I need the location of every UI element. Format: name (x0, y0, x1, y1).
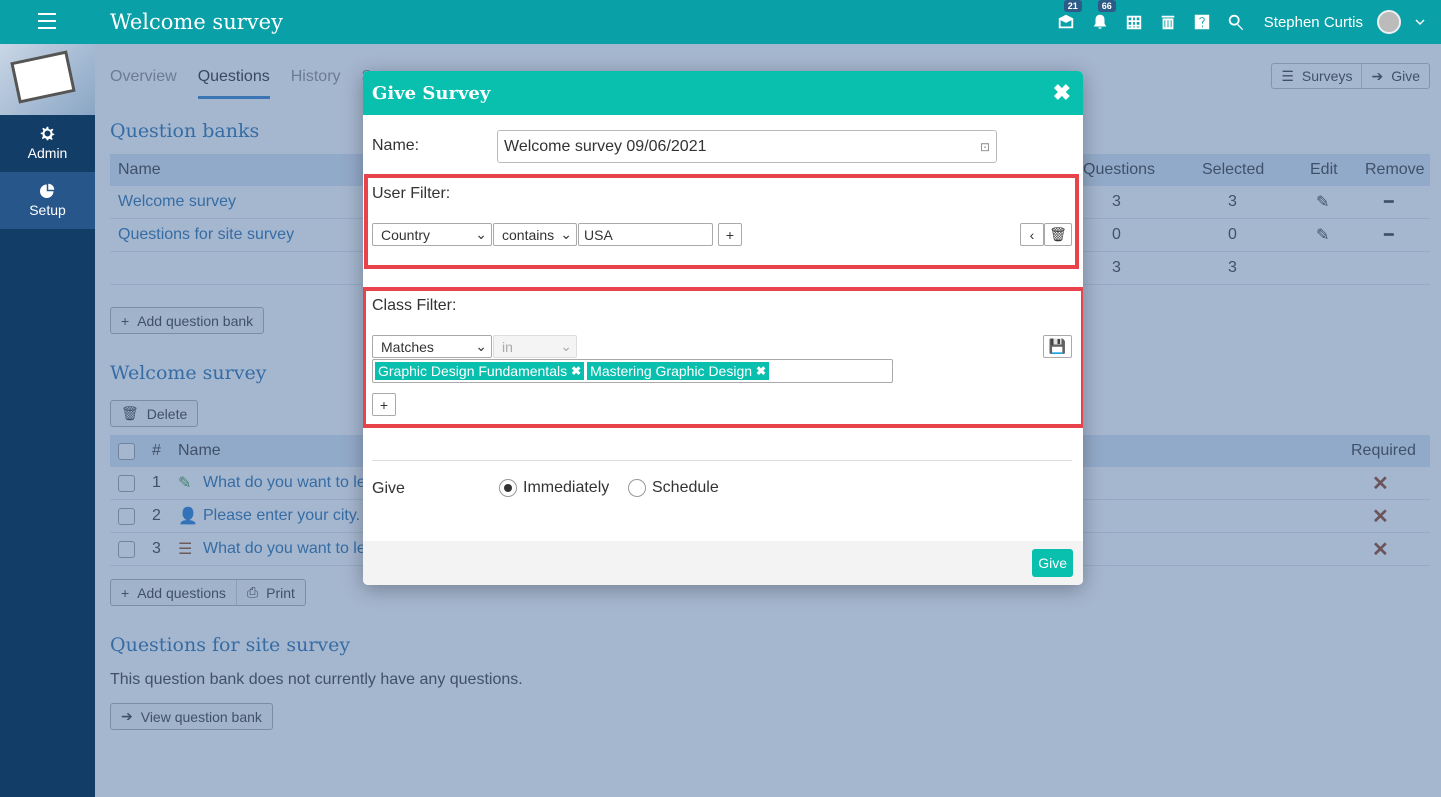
name-value: Welcome survey 09/06/2021 (504, 137, 707, 155)
user-filter-section (364, 174, 1079, 269)
filter-operator-select[interactable]: contains ⌄ (493, 223, 577, 246)
immediately-option[interactable]: Immediately (499, 479, 609, 497)
chevron-down-icon: ⌄ (475, 338, 487, 354)
plus-label: + (725, 226, 735, 243)
remove-tag-icon[interactable]: ✖ (756, 364, 766, 378)
delete-filter-button[interactable]: 🗑 (1044, 223, 1072, 246)
give-survey-dialog: Give Survey ✖ Name: Welcome survey 09/06… (363, 71, 1083, 585)
page-title: Welcome survey (110, 10, 283, 34)
schedule-radio[interactable] (628, 479, 646, 497)
give-button[interactable]: Give (1032, 549, 1073, 577)
sidebar-item-setup[interactable]: Setup (0, 172, 95, 229)
chevron-down-icon: ⌄ (560, 338, 572, 354)
calendar-icon[interactable] (1124, 12, 1144, 32)
class-mode-value: Matches (381, 338, 434, 355)
class-scope-select: in ⌄ (493, 335, 577, 358)
filter-value-input[interactable]: USA (578, 223, 713, 246)
filter-field-select[interactable]: Country ⌄ (372, 223, 492, 246)
add-user-filter-button[interactable]: + (718, 223, 742, 246)
class-scope-value: in (502, 338, 513, 355)
user-filter-label: User Filter: (372, 185, 451, 202)
top-bar: Welcome survey 21 66 Stephen Curtis (0, 0, 1441, 44)
chevron-left-icon: ‹ (1029, 226, 1035, 243)
name-field[interactable]: Welcome survey 09/06/2021 ⊡ (497, 130, 997, 163)
avatar[interactable] (1377, 10, 1401, 34)
inbox-badge: 21 (1063, 0, 1082, 12)
sidebar: Admin Setup (0, 44, 95, 797)
filter-field-value: Country (381, 226, 431, 243)
schedule-label: Schedule (652, 479, 719, 496)
class-filter-label: Class Filter: (372, 297, 457, 314)
immediately-label: Immediately (523, 479, 610, 496)
filter-operator-value: contains (502, 226, 555, 243)
close-icon[interactable]: ✖ (1053, 80, 1071, 106)
name-label: Name: (372, 137, 420, 154)
class-mode-select[interactable]: Matches ⌄ (372, 335, 492, 358)
gear-icon (40, 126, 55, 141)
class-tags-input[interactable]: Graphic Design Fundamentals ✖ Mastering … (372, 359, 893, 383)
save-filter-button[interactable]: 💾 (1043, 335, 1072, 358)
menu-icon[interactable] (38, 13, 56, 29)
help-icon[interactable] (1192, 12, 1212, 32)
top-toolbar: 21 66 Stephen Curtis (1056, 0, 1425, 44)
divider (372, 460, 1072, 461)
schedule-option[interactable]: Schedule (628, 479, 719, 497)
plus-label: + (379, 396, 389, 413)
chevron-down-icon: ⌄ (560, 226, 572, 242)
class-tag: Mastering Graphic Design ✖ (587, 362, 770, 380)
sidebar-item-admin[interactable]: Admin (0, 115, 95, 172)
sidebar-item-label: Admin (27, 145, 68, 161)
collapse-button[interactable]: ‹ (1020, 223, 1044, 246)
dialog-title: Give Survey (372, 82, 491, 104)
trash-icon: 🗑 (1049, 226, 1067, 242)
notifications-badge: 66 (1097, 0, 1116, 12)
tag-label: Graphic Design Fundamentals (378, 363, 568, 379)
add-class-filter-button[interactable]: + (372, 393, 396, 416)
trash-icon[interactable] (1158, 12, 1178, 32)
immediately-radio[interactable] (499, 479, 517, 497)
remove-tag-icon[interactable]: ✖ (571, 364, 581, 378)
give-label: Give (372, 480, 405, 497)
class-tag: Graphic Design Fundamentals ✖ (375, 362, 585, 380)
app-logo (0, 44, 95, 115)
chevron-down-icon[interactable] (1415, 17, 1425, 27)
filter-value: USA (584, 226, 613, 243)
notifications-icon[interactable]: 66 (1090, 0, 1116, 32)
sidebar-item-label: Setup (29, 202, 66, 218)
field-icon: ⊡ (979, 139, 990, 154)
dialog-header: Give Survey ✖ (363, 71, 1083, 115)
pie-chart-icon (40, 183, 55, 198)
user-name[interactable]: Stephen Curtis (1264, 14, 1363, 31)
dialog-footer: Give (363, 541, 1083, 585)
save-icon: 💾 (1048, 338, 1067, 354)
search-icon[interactable] (1226, 12, 1246, 32)
chevron-down-icon: ⌄ (475, 226, 487, 242)
inbox-icon[interactable]: 21 (1056, 0, 1082, 32)
tag-label: Mastering Graphic Design (590, 363, 753, 379)
